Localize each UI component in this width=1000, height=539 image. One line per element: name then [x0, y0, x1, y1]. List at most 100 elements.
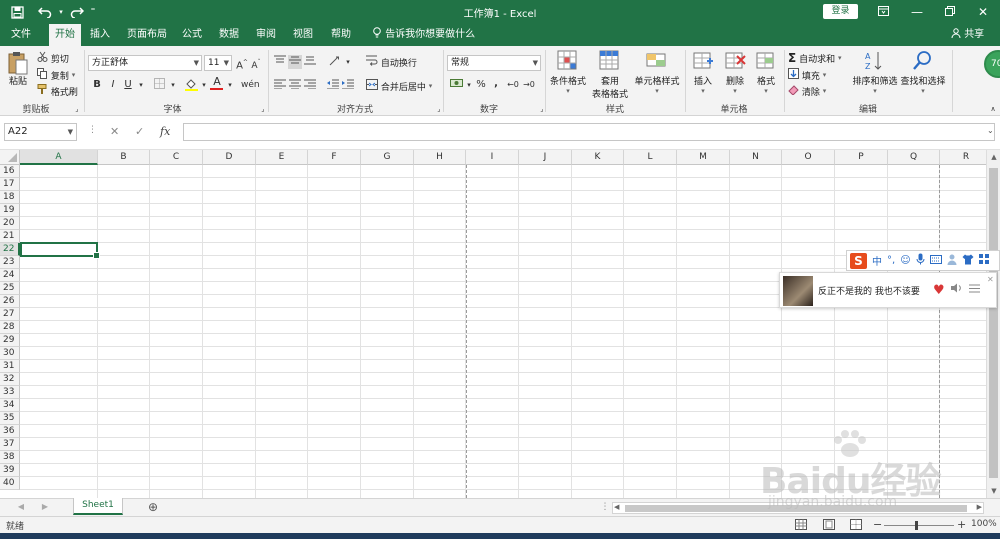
delete-cells-button[interactable]: 删除 ▾ — [720, 50, 750, 95]
worksheet-grid[interactable]: ABCDEFGHIJKLMNOPQR 16 17 18 19 20 21 22 23 24 25 2… — [0, 150, 1000, 498]
row-header-24[interactable]: 24 — [0, 269, 20, 282]
row-header-21[interactable]: 21 — [0, 230, 20, 243]
column-header-d[interactable]: D — [203, 150, 256, 165]
borders-dropdown-icon[interactable]: ▾ — [166, 78, 180, 92]
cut-button[interactable]: 剪切 — [37, 51, 69, 65]
add-sheet-button[interactable]: ⊕ — [146, 500, 160, 514]
tab-page-layout[interactable]: 页面布局 — [122, 24, 172, 46]
borders-icon[interactable] — [152, 78, 166, 92]
row-header-20[interactable]: 20 — [0, 217, 20, 230]
ime-toolbar[interactable]: S 中 °, ☺ — [846, 250, 1000, 271]
expand-formula-bar-icon[interactable]: ⌄ — [987, 126, 994, 135]
insert-function-button[interactable]: fx — [160, 125, 170, 138]
scroll-up-icon[interactable]: ▲ — [987, 150, 1000, 164]
microphone-icon[interactable] — [916, 253, 925, 268]
normal-view-icon[interactable] — [795, 519, 807, 533]
name-box[interactable]: A22 ▼ — [4, 123, 77, 141]
align-right-icon[interactable] — [303, 79, 317, 93]
align-middle-icon[interactable] — [288, 55, 302, 69]
user-icon[interactable] — [947, 254, 957, 268]
underline-dropdown-icon[interactable]: ▾ — [134, 78, 148, 92]
scroll-right-icon[interactable]: ▶ — [977, 503, 982, 511]
punctuation-icon[interactable]: °, — [887, 255, 895, 266]
format-as-table-button[interactable]: 套用 表格格式 — [590, 50, 630, 100]
row-header-29[interactable]: 29 — [0, 334, 20, 347]
minimize-icon[interactable]: — — [900, 0, 934, 24]
tab-home[interactable]: 开始 — [49, 24, 81, 46]
clipboard-launcher-icon[interactable]: ⌟ — [70, 102, 84, 116]
increase-indent-icon[interactable] — [341, 79, 355, 93]
increase-decimal-icon[interactable]: ←0 — [506, 78, 520, 92]
percent-style-button[interactable]: % — [474, 78, 488, 92]
font-name-combobox[interactable]: 方正舒体 ▼ — [88, 55, 202, 71]
orientation-dropdown-icon[interactable]: ▾ — [341, 55, 355, 69]
fill-color-icon[interactable] — [184, 78, 198, 92]
accounting-format-icon[interactable] — [449, 78, 463, 92]
close-icon[interactable]: ✕ — [987, 275, 994, 284]
merge-center-button[interactable]: 合并后居中 ▾ — [366, 79, 432, 93]
column-header-l[interactable]: L — [624, 150, 677, 165]
column-header-i[interactable]: I — [466, 150, 519, 165]
row-header-39[interactable]: 39 — [0, 464, 20, 477]
playlist-icon[interactable] — [969, 283, 980, 296]
italic-button[interactable]: I — [106, 78, 120, 92]
keyboard-icon[interactable] — [929, 254, 942, 267]
column-header-n[interactable]: N — [730, 150, 782, 165]
row-header-35[interactable]: 35 — [0, 412, 20, 425]
column-header-e[interactable]: E — [256, 150, 308, 165]
clear-button[interactable]: 清除 ▾ — [788, 84, 826, 98]
close-icon[interactable]: ✕ — [966, 0, 1000, 24]
merge-dropdown-icon[interactable]: ▾ — [429, 82, 433, 90]
music-player-popup[interactable]: 反正不是我的 我也不该要 ♥ ✕ — [779, 272, 997, 308]
copy-button[interactable]: 复制 ▾ — [37, 68, 75, 82]
collapse-ribbon-icon[interactable]: ∧ — [986, 102, 1000, 116]
align-center-icon[interactable] — [288, 79, 302, 93]
heart-icon[interactable]: ♥ — [933, 283, 945, 298]
find-select-button[interactable]: 查找和选择 ▾ — [900, 50, 946, 95]
column-header-g[interactable]: G — [361, 150, 414, 165]
emoji-icon[interactable]: ☺ — [900, 255, 910, 266]
paste-button[interactable]: 粘贴 — [4, 50, 32, 87]
decrease-font-size-icon[interactable]: Aˇ — [249, 56, 263, 71]
tab-review[interactable]: 审阅 — [250, 24, 282, 46]
restore-icon[interactable] — [933, 0, 967, 24]
fill-dropdown-icon[interactable]: ▾ — [823, 71, 827, 79]
skin-shirt-icon[interactable] — [962, 254, 974, 268]
phonetic-icon[interactable]: wén — [241, 78, 260, 92]
tab-help[interactable]: 帮助 — [325, 24, 357, 46]
row-header-28[interactable]: 28 — [0, 321, 20, 334]
volume-icon[interactable] — [951, 283, 963, 296]
zoom-out-icon[interactable]: − — [873, 518, 882, 531]
underline-button[interactable]: U — [121, 78, 135, 92]
number-format-combobox[interactable]: 常规 ▼ — [447, 55, 541, 71]
row-header-33[interactable]: 33 — [0, 386, 20, 399]
ribbon-display-options-icon[interactable] — [866, 0, 900, 24]
row-header-34[interactable]: 34 — [0, 399, 20, 412]
conditional-formatting-button[interactable]: 条件格式 ▾ — [548, 50, 588, 95]
bold-button[interactable]: B — [90, 78, 104, 92]
row-header-38[interactable]: 38 — [0, 451, 20, 464]
ime-mode-chinese[interactable]: 中 — [872, 253, 882, 268]
cancel-entry-icon[interactable]: ✕ — [110, 125, 119, 138]
copy-dropdown-icon[interactable]: ▾ — [72, 71, 76, 79]
page-break-view-icon[interactable] — [850, 519, 862, 533]
clear-dropdown-icon[interactable]: ▾ — [823, 87, 827, 95]
row-header-36[interactable]: 36 — [0, 425, 20, 438]
row-header-26[interactable]: 26 — [0, 295, 20, 308]
column-header-k[interactable]: K — [572, 150, 624, 165]
sort-filter-button[interactable]: AZ 排序和筛选 ▾ — [852, 50, 898, 95]
confirm-entry-icon[interactable]: ✓ — [135, 125, 144, 138]
cell-styles-button[interactable]: 单元格样式 ▾ — [632, 50, 682, 95]
page-layout-view-icon[interactable] — [823, 519, 835, 533]
tab-data[interactable]: 数据 — [213, 24, 245, 46]
comma-style-button[interactable]: , — [489, 77, 503, 91]
autosum-button[interactable]: Σ 自动求和 ▾ — [788, 51, 841, 65]
sogou-logo-icon[interactable]: S — [850, 252, 867, 269]
horizontal-scroll-thumb[interactable] — [625, 505, 967, 512]
column-header-h[interactable]: H — [414, 150, 466, 165]
row-header-23[interactable]: 23 — [0, 256, 20, 269]
vertical-scrollbar[interactable]: ▲ ▼ — [986, 150, 1000, 498]
login-button[interactable]: 登录 — [823, 4, 858, 19]
zoom-slider-thumb[interactable] — [915, 521, 918, 530]
zoom-slider[interactable] — [884, 521, 954, 530]
